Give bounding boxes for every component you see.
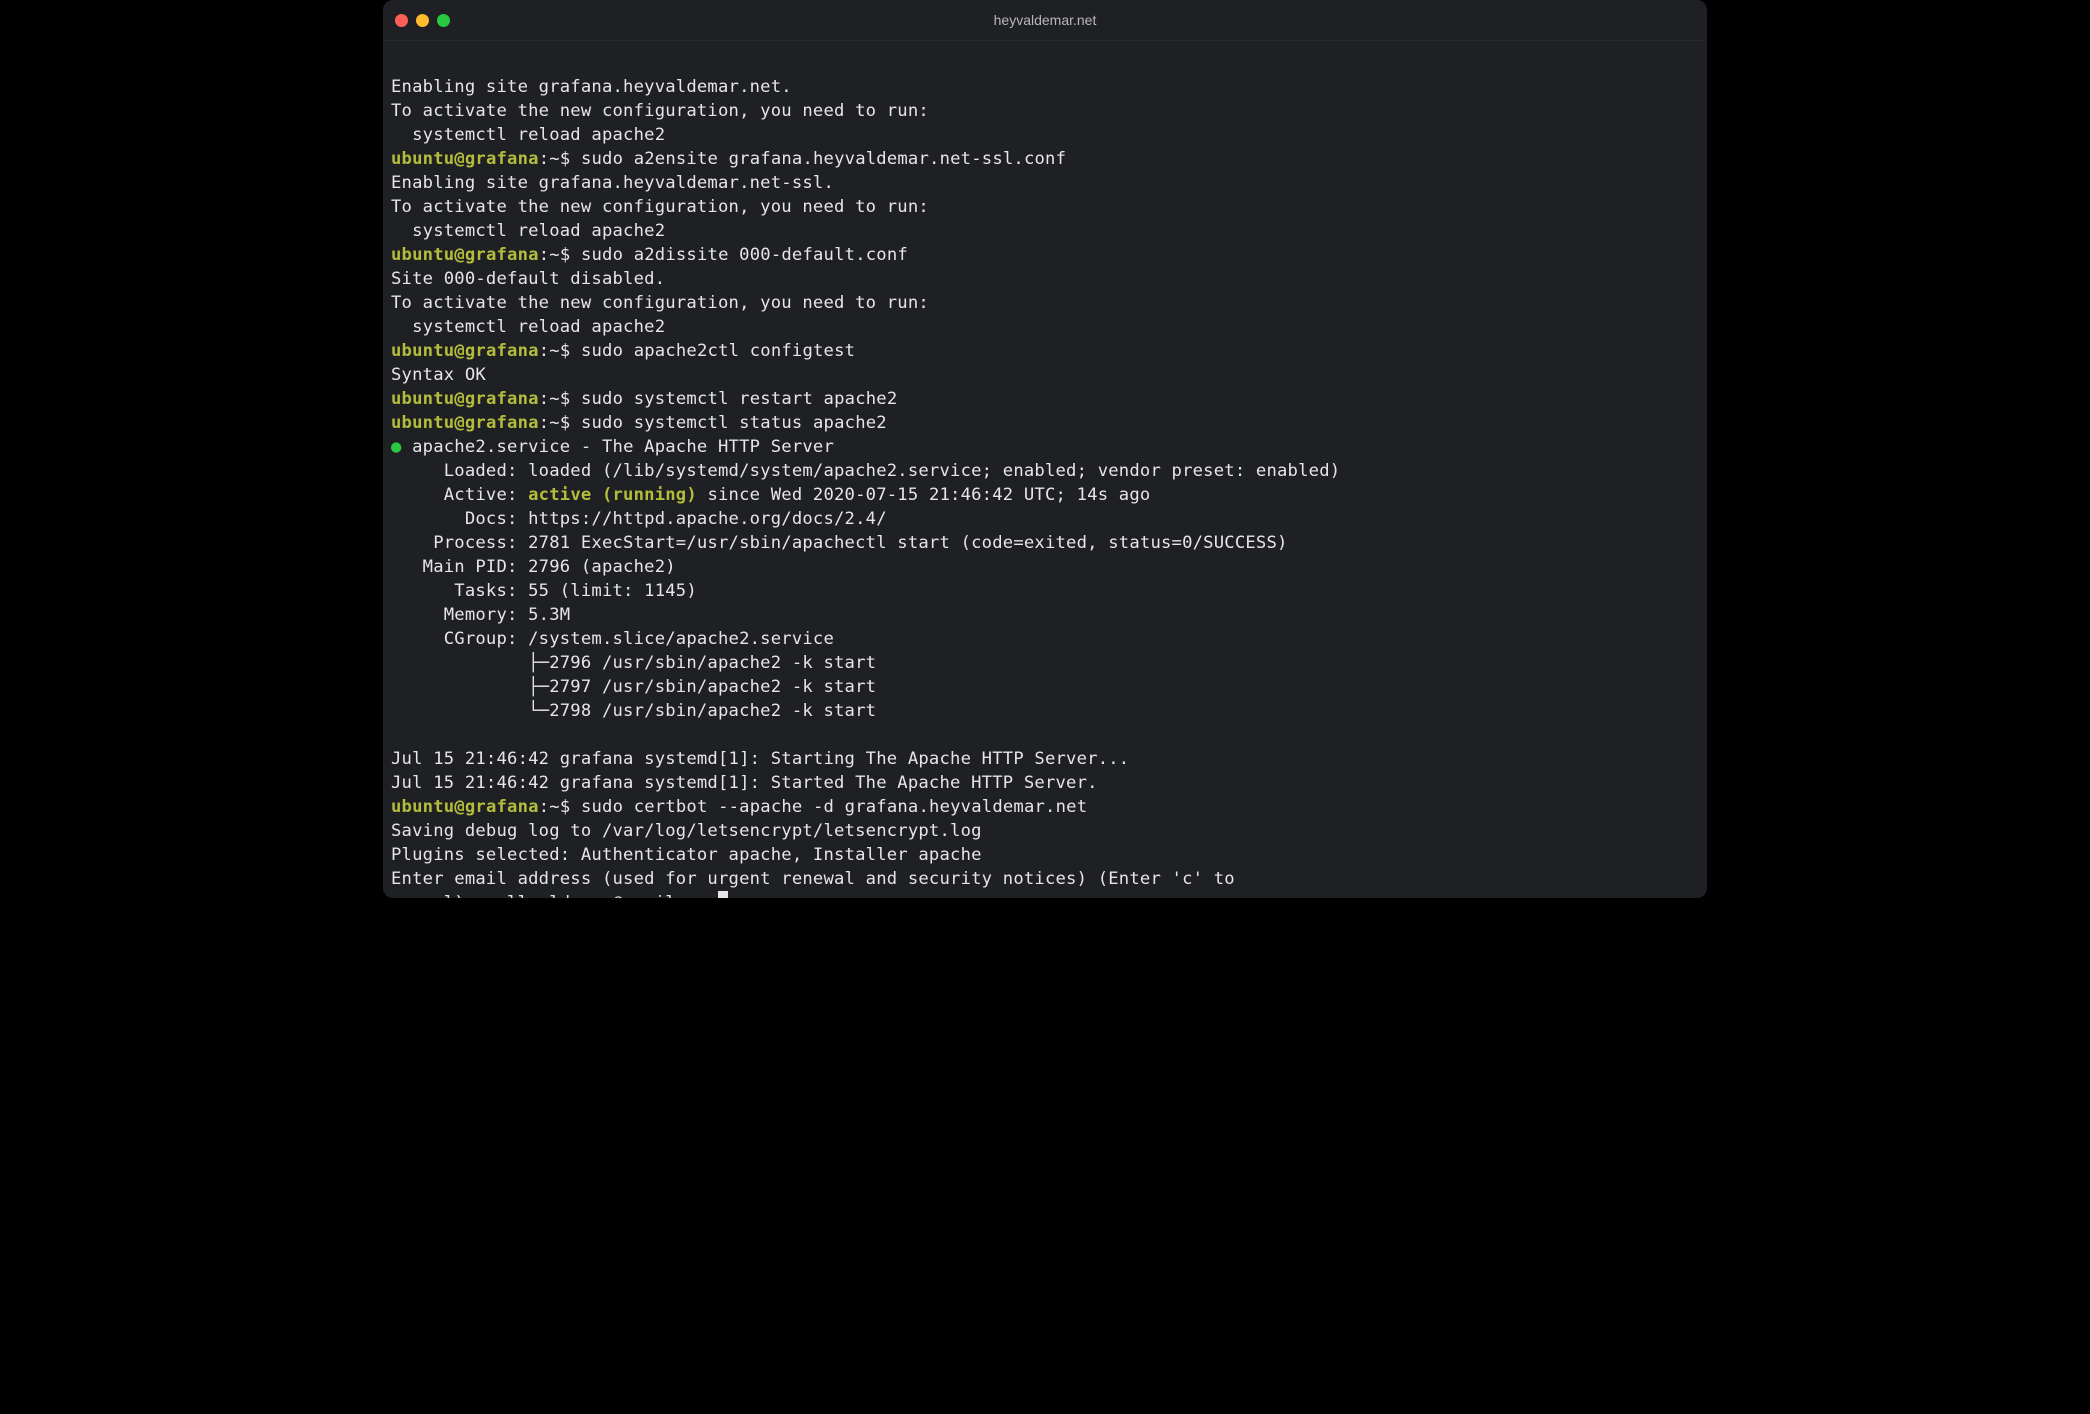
status-loaded: Loaded: loaded (/lib/systemd/system/apac… bbox=[391, 461, 1340, 481]
output-line: systemctl reload apache2 bbox=[391, 125, 665, 145]
prompt-dollar: $ bbox=[560, 797, 571, 817]
prompt-path: ~ bbox=[549, 149, 560, 169]
status-tree-line: └─2798 /usr/sbin/apache2 -k start bbox=[391, 701, 876, 721]
command-input: sudo certbot --apache -d grafana.heyvald… bbox=[581, 797, 1087, 817]
prompt-user: ubuntu bbox=[391, 245, 454, 265]
status-cgroup: CGroup: /system.slice/apache2.service bbox=[391, 629, 834, 649]
log-line: Jul 15 21:46:42 grafana systemd[1]: Star… bbox=[391, 773, 1098, 793]
prompt-host: grafana bbox=[465, 245, 539, 265]
prompt-host: grafana bbox=[465, 797, 539, 817]
window-controls bbox=[395, 14, 450, 27]
prompt-sep: : bbox=[539, 389, 550, 409]
output-line: To activate the new configuration, you n… bbox=[391, 293, 929, 313]
cursor-icon bbox=[718, 891, 728, 898]
output-line: Enabling site grafana.heyvaldemar.net-ss… bbox=[391, 173, 834, 193]
output-line: Site 000-default disabled. bbox=[391, 269, 665, 289]
prompt-dollar: $ bbox=[560, 389, 571, 409]
prompt-path: ~ bbox=[549, 245, 560, 265]
output-line: Enter email address (used for urgent ren… bbox=[391, 869, 1235, 889]
status-tree-line: ├─2796 /usr/sbin/apache2 -k start bbox=[391, 653, 876, 673]
prompt-at: @ bbox=[454, 797, 465, 817]
prompt-dollar: $ bbox=[560, 413, 571, 433]
log-line: Jul 15 21:46:42 grafana systemd[1]: Star… bbox=[391, 749, 1129, 769]
window-title: heyvaldemar.net bbox=[383, 12, 1707, 28]
prompt-at: @ bbox=[454, 149, 465, 169]
output-line: To activate the new configuration, you n… bbox=[391, 101, 929, 121]
output-line: Saving debug log to /var/log/letsencrypt… bbox=[391, 821, 982, 841]
prompt-path: ~ bbox=[549, 413, 560, 433]
status-active-value: active (running) bbox=[528, 485, 697, 505]
status-tasks: Tasks: 55 (limit: 1145) bbox=[391, 581, 697, 601]
prompt-path: ~ bbox=[549, 341, 560, 361]
prompt-dollar: $ bbox=[560, 341, 571, 361]
titlebar: heyvaldemar.net bbox=[383, 0, 1707, 41]
prompt-user: ubuntu bbox=[391, 797, 454, 817]
status-title: apache2.service - The Apache HTTP Server bbox=[402, 437, 834, 457]
prompt-path: ~ bbox=[549, 389, 560, 409]
command-input: sudo a2dissite 000-default.conf bbox=[581, 245, 908, 265]
command-input: sudo apache2ctl configtest bbox=[581, 341, 855, 361]
zoom-icon[interactable] bbox=[437, 14, 450, 27]
minimize-icon[interactable] bbox=[416, 14, 429, 27]
prompt-sep: : bbox=[539, 149, 550, 169]
terminal-body[interactable]: Enabling site grafana.heyvaldemar.net. T… bbox=[383, 41, 1707, 898]
prompt-user: ubuntu bbox=[391, 389, 454, 409]
prompt-at: @ bbox=[454, 341, 465, 361]
prompt-user: ubuntu bbox=[391, 413, 454, 433]
command-input: sudo systemctl restart apache2 bbox=[581, 389, 897, 409]
email-input[interactable]: callvaldemar@gmail.com bbox=[486, 893, 718, 898]
prompt-host: grafana bbox=[465, 149, 539, 169]
status-tree-line: ├─2797 /usr/sbin/apache2 -k start bbox=[391, 677, 876, 697]
command-input: sudo systemctl status apache2 bbox=[581, 413, 887, 433]
status-docs: Docs: https://httpd.apache.org/docs/2.4/ bbox=[391, 509, 887, 529]
prompt-sep: : bbox=[539, 413, 550, 433]
output-line: systemctl reload apache2 bbox=[391, 221, 665, 241]
status-active-rest: since Wed 2020-07-15 21:46:42 UTC; 14s a… bbox=[697, 485, 1151, 505]
status-mainpid: Main PID: 2796 (apache2) bbox=[391, 557, 676, 577]
prompt-sep: : bbox=[539, 245, 550, 265]
status-process: Process: 2781 ExecStart=/usr/sbin/apache… bbox=[391, 533, 1288, 553]
prompt-host: grafana bbox=[465, 413, 539, 433]
output-line: To activate the new configuration, you n… bbox=[391, 197, 929, 217]
status-bullet-icon: ● bbox=[391, 437, 402, 457]
status-active-label: Active: bbox=[391, 485, 528, 505]
prompt-dollar: $ bbox=[560, 245, 571, 265]
output-line: systemctl reload apache2 bbox=[391, 317, 665, 337]
prompt-at: @ bbox=[454, 245, 465, 265]
close-icon[interactable] bbox=[395, 14, 408, 27]
output-line: Syntax OK bbox=[391, 365, 486, 385]
command-input: sudo a2ensite grafana.heyvaldemar.net-ss… bbox=[581, 149, 1066, 169]
output-line: Plugins selected: Authenticator apache, … bbox=[391, 845, 982, 865]
prompt-at: @ bbox=[454, 413, 465, 433]
prompt-host: grafana bbox=[465, 341, 539, 361]
prompt-path: ~ bbox=[549, 797, 560, 817]
status-memory: Memory: 5.3M bbox=[391, 605, 570, 625]
output-line: Enabling site grafana.heyvaldemar.net. bbox=[391, 77, 792, 97]
terminal-window: heyvaldemar.net Enabling site grafana.he… bbox=[383, 0, 1707, 898]
input-prompt-label: cancel): bbox=[391, 893, 486, 898]
prompt-sep: : bbox=[539, 341, 550, 361]
prompt-user: ubuntu bbox=[391, 341, 454, 361]
prompt-sep: : bbox=[539, 797, 550, 817]
prompt-host: grafana bbox=[465, 389, 539, 409]
prompt-dollar: $ bbox=[560, 149, 571, 169]
prompt-at: @ bbox=[454, 389, 465, 409]
prompt-user: ubuntu bbox=[391, 149, 454, 169]
